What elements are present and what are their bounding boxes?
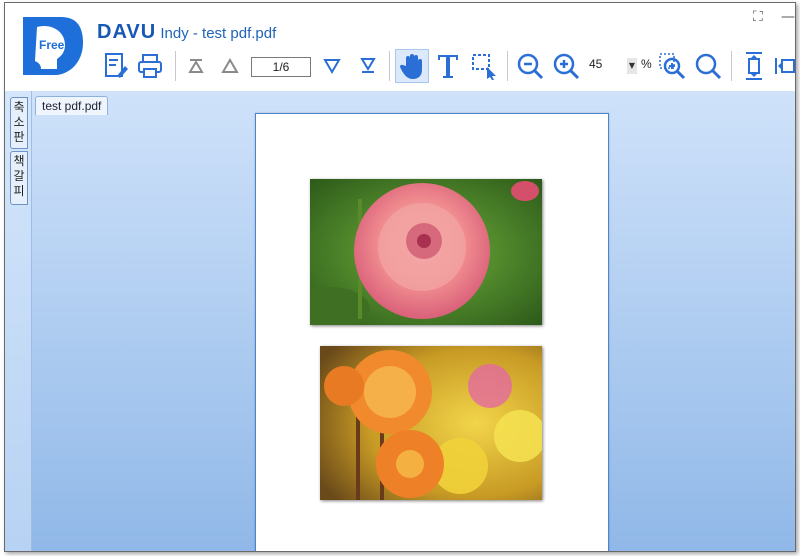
- hand-tool-button[interactable]: [395, 49, 429, 83]
- next-page-icon: [323, 59, 341, 74]
- svg-text:Free: Free: [39, 38, 65, 52]
- first-page-button[interactable]: [179, 49, 213, 83]
- search-icon: [695, 53, 722, 80]
- tab-thumbnails[interactable]: 축소판: [10, 97, 28, 149]
- zoom-unit: %: [641, 57, 652, 71]
- fit-width-button[interactable]: [771, 49, 795, 83]
- app-window: Free DAVU Indy - test pdf.pdf ⛶ — 1/6 45…: [4, 2, 796, 552]
- document-workspace: 축소판 책갈피 test pdf.pdf: [5, 91, 795, 551]
- fit-height-button[interactable]: [737, 49, 771, 83]
- pdf-page: [255, 113, 609, 551]
- zoom-dropdown-arrow[interactable]: ▼: [627, 58, 637, 74]
- title-bar: Free DAVU Indy - test pdf.pdf ⛶ — 1/6 45…: [5, 3, 795, 91]
- toolbar: 1/6 45 ▼ %: [95, 47, 795, 87]
- zoom-level-input[interactable]: 45: [589, 57, 602, 71]
- print-button[interactable]: [133, 49, 167, 83]
- search-button[interactable]: [691, 49, 725, 83]
- print-icon: [138, 54, 162, 78]
- last-page-icon: [360, 58, 376, 73]
- davu-logo: Free: [23, 17, 83, 75]
- document-tab[interactable]: test pdf.pdf: [35, 96, 109, 115]
- tab-bookmarks[interactable]: 책갈피: [10, 151, 28, 205]
- zoom-out-icon: [517, 53, 544, 80]
- minimize-icon[interactable]: —: [781, 9, 795, 25]
- text-select-button[interactable]: [431, 49, 465, 83]
- edit-document-icon: [105, 53, 128, 78]
- side-panel-tabs: 축소판 책갈피: [5, 91, 32, 551]
- toolbar-separator: [389, 51, 390, 81]
- zoom-area-icon: [659, 53, 686, 80]
- toolbar-separator: [175, 51, 176, 81]
- document-title: Indy - test pdf.pdf: [160, 25, 277, 42]
- pink-dahlia-photo: [310, 179, 542, 325]
- hand-tool-icon: [399, 54, 422, 79]
- last-page-button[interactable]: [351, 49, 385, 83]
- toolbar-separator: [731, 51, 732, 81]
- toolbar-separator: [507, 51, 508, 81]
- zoom-area-button[interactable]: [655, 49, 689, 83]
- area-select-button[interactable]: [467, 49, 501, 83]
- next-page-button[interactable]: [315, 49, 349, 83]
- zoom-in-icon: [553, 53, 580, 80]
- previous-page-button[interactable]: [213, 49, 247, 83]
- area-select-icon: [472, 54, 496, 80]
- fit-width-icon: [775, 58, 795, 74]
- zoom-in-button[interactable]: [549, 49, 583, 83]
- first-page-icon: [188, 59, 204, 73]
- text-select-icon: [438, 55, 458, 78]
- orange-dahlia-photo: [320, 346, 542, 500]
- edit-document-button[interactable]: [99, 49, 133, 83]
- window-title: DAVU Indy - test pdf.pdf: [97, 21, 276, 44]
- previous-page-icon: [221, 58, 239, 73]
- restore-icon[interactable]: ⛶: [753, 9, 763, 25]
- zoom-out-button[interactable]: [513, 49, 547, 83]
- brand-name: DAVU: [97, 21, 157, 43]
- fit-height-icon: [746, 52, 762, 80]
- page-number-input[interactable]: 1/6: [251, 57, 311, 77]
